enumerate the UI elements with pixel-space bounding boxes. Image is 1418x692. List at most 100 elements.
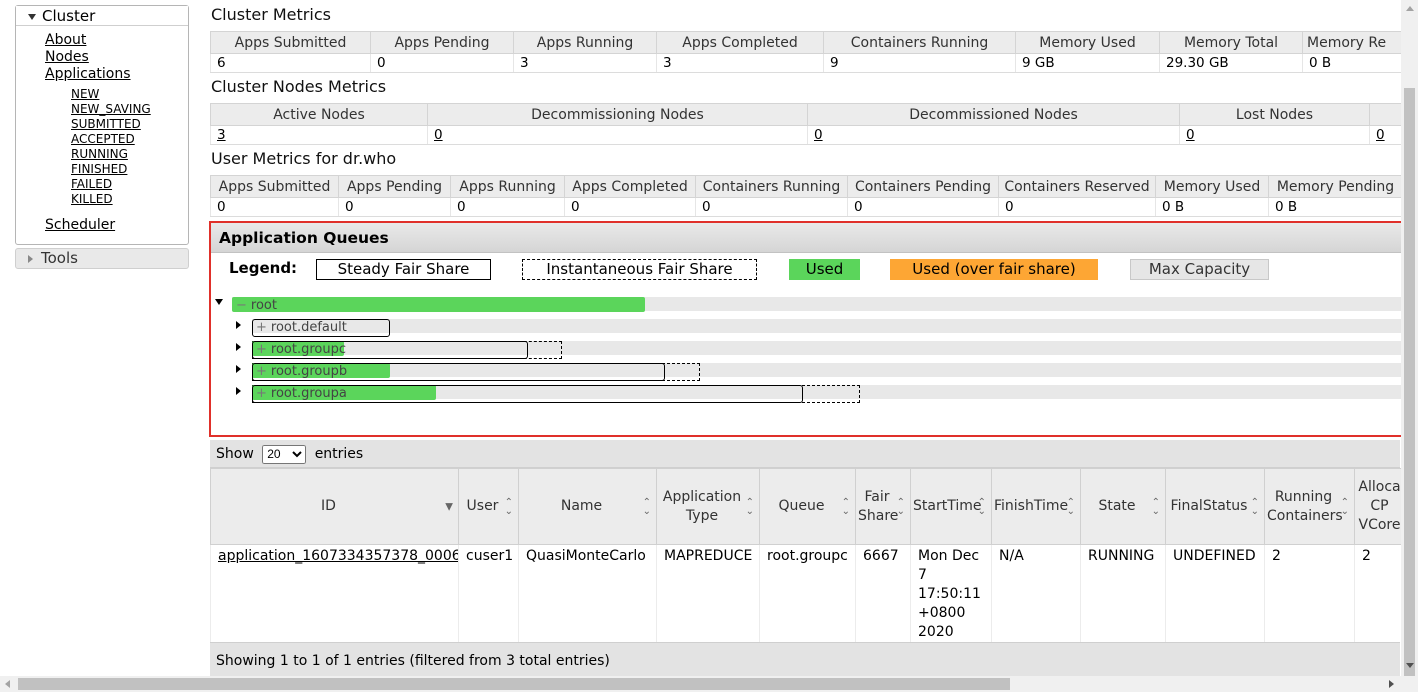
metric-value: 6 [210,53,371,73]
cell-state: RUNNING [1080,544,1166,644]
cluster-metrics-title: Cluster Metrics [211,5,331,24]
entries-length-bar: Show 102050100 entries [210,440,1400,468]
metric-value: 0 B [1268,197,1403,217]
col-header-fair-share[interactable]: Fair Share ⌃ ⌄ [855,468,911,545]
queue-name: root.groupa [270,386,347,401]
sort-icon: ⌃ ⌄ [1151,496,1160,517]
nav-link-state-new[interactable]: NEW [71,87,99,102]
col-header-running-containers[interactable]: Running Containers ⌃ ⌄ [1264,468,1355,545]
col-header-id[interactable]: ID ▼ [210,468,459,545]
queue-row-root-groupc[interactable]: + root.groupc [211,339,1401,359]
metric-value: 0 [210,197,339,217]
nav-link-applications[interactable]: Applications [45,66,131,83]
scroll-left-icon[interactable] [5,680,10,688]
metric-header: Decommissioned Nodes [807,103,1180,126]
col-header-name[interactable]: Name ⌃ ⌄ [518,468,657,545]
plus-icon: + [256,320,267,335]
nav-link-state-finished[interactable]: FINISHED [71,162,127,177]
entries-per-page-select[interactable]: 102050100 [262,444,307,464]
caret-right-icon [28,254,33,263]
nav-link-state-new-saving[interactable]: NEW_SAVING [71,102,151,117]
unhealthy-nodes-link[interactable]: 0 [1376,127,1385,143]
queue-row-root[interactable]: − root [211,295,1401,314]
plus-icon: + [256,386,267,401]
cell-fair-share: 6667 [855,544,911,644]
nav-link-state-failed[interactable]: FAILED [71,177,112,192]
collapse-arrow-icon[interactable] [236,343,241,351]
col-header-queue[interactable]: Queue ⌃ ⌄ [759,468,856,545]
horizontal-scroll-thumb[interactable] [18,678,1010,690]
scroll-up-icon[interactable] [1406,6,1414,11]
queue-name: root.groupb [270,364,348,379]
sort-icon: ⌃ ⌄ [896,496,905,517]
metric-header: Apps Submitted [210,31,371,54]
decommissioning-nodes-link[interactable]: 0 [434,127,443,143]
application-queues-panel: Application Queues Legend: Steady Fair S… [209,221,1403,437]
cell-queue: root.groupc [759,544,856,644]
col-header-start-time[interactable]: StartTime ⌃ ⌄ [910,468,992,545]
collapse-arrow-icon[interactable] [236,387,241,395]
metric-value: 3 [656,53,824,73]
queue-row-root-default[interactable]: + root.default [211,317,1401,337]
metric-value: 29.30 GB [1159,53,1303,73]
horizontal-scrollbar[interactable] [0,676,1418,692]
collapse-arrow-icon[interactable] [236,321,241,329]
metric-header [1369,103,1403,126]
col-header-state[interactable]: State ⌃ ⌄ [1080,468,1166,545]
lost-nodes-link[interactable]: 0 [1186,127,1195,143]
metric-header: Apps Running [450,175,565,198]
nav-link-state-accepted[interactable]: ACCEPTED [71,132,135,147]
cell-finish-time: N/A [991,544,1081,644]
tools-nav-header[interactable]: Tools [15,248,189,269]
legend-instantaneous-fair-share: Instantaneous Fair Share [522,259,757,280]
show-label: Show [216,446,254,462]
user-metrics-title: User Metrics for dr.who [211,149,397,168]
legend-steady-fair-share: Steady Fair Share [316,259,491,280]
caret-down-icon [28,13,36,20]
col-header-user[interactable]: User ⌃ ⌄ [458,468,519,545]
table-row: application_1607334357378_0006 cuser1 Qu… [210,544,1403,644]
metric-header: Apps Submitted [210,175,339,198]
queue-name-label[interactable]: + root.groupa [256,385,347,402]
nav-link-state-submitted[interactable]: SUBMITTED [71,117,141,132]
nav-link-state-killed[interactable]: KILLED [71,192,113,207]
queue-name-label[interactable]: + root.groupc [256,341,346,358]
metric-header: Containers Running [695,175,848,198]
collapse-arrow-icon[interactable] [236,365,241,373]
metric-header: Active Nodes [210,103,428,126]
queue-name-label[interactable]: − root [236,297,277,314]
queue-name: root.groupc [270,342,347,357]
col-header-application-type[interactable]: Application Type ⌃ ⌄ [656,468,760,545]
col-header-finish-time[interactable]: FinishTime ⌃ ⌄ [991,468,1081,545]
tools-nav-label: Tools [41,249,78,267]
nav-link-about[interactable]: About [45,32,86,49]
metric-header: Memory Pending [1268,175,1403,198]
metric-value: 0 [695,197,848,217]
decommissioned-nodes-link[interactable]: 0 [814,127,823,143]
plus-icon: + [256,364,267,379]
sort-icon: ⌃ ⌄ [504,496,513,517]
queue-name-label[interactable]: + root.default [256,319,347,336]
sort-icon: ⌃ ⌄ [1340,496,1349,517]
queue-name-label[interactable]: + root.groupb [256,363,347,380]
vertical-scrollbar[interactable] [1401,0,1418,676]
col-header-final-status[interactable]: FinalStatus ⌃ ⌄ [1165,468,1265,545]
queue-row-root-groupa[interactable]: + root.groupa [211,383,1401,403]
vertical-scroll-thumb[interactable] [1404,88,1415,676]
legend-used: Used [789,259,860,280]
queue-row-root-groupb[interactable]: + root.groupb [211,361,1401,381]
application-id-link[interactable]: application_1607334357378_0006 [218,548,459,564]
nav-link-state-running[interactable]: RUNNING [71,147,128,162]
nav-link-scheduler[interactable]: Scheduler [45,217,115,234]
queue-name: root.default [270,320,347,335]
active-nodes-link[interactable]: 3 [217,127,226,143]
nodes-metrics-table: Active Nodes Decommissioning Nodes Decom… [210,103,1403,145]
nav-link-nodes[interactable]: Nodes [45,49,89,66]
expand-arrow-icon[interactable] [215,299,223,305]
col-header-allocated-vcores[interactable]: Alloca CP VCore [1354,468,1403,545]
metric-header: Apps Pending [370,31,514,54]
scroll-right-icon[interactable] [1389,680,1394,688]
scroll-down-icon[interactable] [1406,663,1414,668]
cluster-nav-header[interactable]: Cluster [16,6,188,26]
metric-header: Memory Used [1155,175,1269,198]
